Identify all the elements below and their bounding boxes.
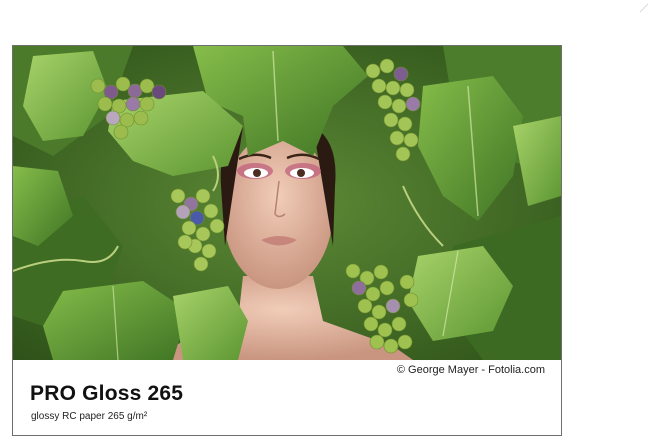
photo-credit: © George Mayer - Fotolia.com: [396, 364, 545, 376]
product-title: PRO Gloss 265: [30, 382, 184, 405]
product-subtitle: glossy RC paper 265 g/m²: [31, 411, 148, 422]
photo-illustration: [13, 46, 561, 360]
caption-area: © George Mayer - Fotolia.com PRO Gloss 2…: [13, 360, 561, 435]
product-card: © George Mayer - Fotolia.com PRO Gloss 2…: [12, 45, 562, 436]
corner-mark-icon: [639, 3, 649, 13]
product-photo: [13, 46, 561, 360]
